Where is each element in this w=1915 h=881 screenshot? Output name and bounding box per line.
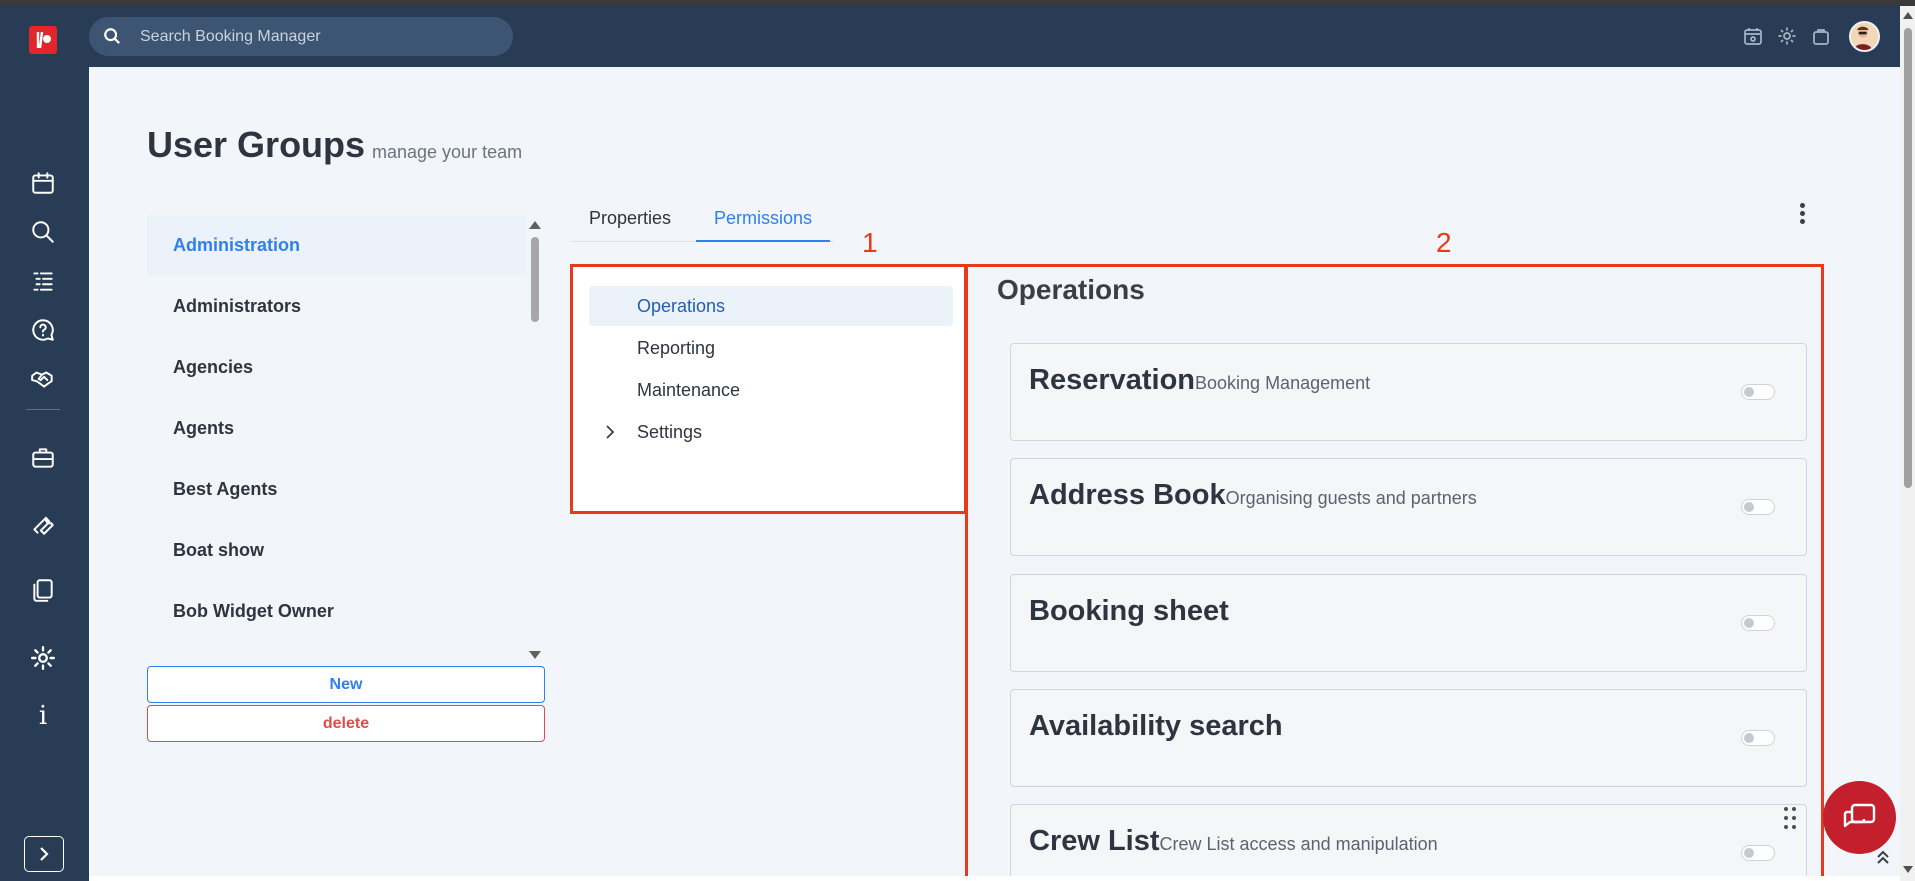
sidebar-divider (26, 409, 60, 410)
user-group-list: Administration Administrators Agencies A… (147, 215, 527, 653)
group-item-administrators[interactable]: Administrators (147, 276, 527, 337)
group-item-administration[interactable]: Administration (147, 215, 527, 276)
bag-icon[interactable] (1809, 24, 1833, 48)
chat-button[interactable] (1823, 781, 1896, 854)
sidebar-expand-button[interactable] (24, 836, 64, 872)
annotation-label-1: 1 (862, 227, 878, 258)
scroll-up-arrow-icon[interactable] (529, 221, 541, 229)
calendar-settings-icon[interactable] (1741, 24, 1765, 48)
annotation-box-2 (965, 264, 1824, 881)
chat-icon (1843, 803, 1875, 827)
scroll-down-arrow-icon[interactable] (529, 651, 541, 659)
list-icon[interactable] (27, 265, 59, 297)
delete-group-button[interactable]: delete (147, 705, 545, 742)
handshake-icon[interactable] (27, 363, 59, 395)
calendar-icon[interactable] (27, 167, 59, 199)
avatar[interactable] (1849, 21, 1880, 52)
bottom-strip (89, 876, 1900, 881)
group-item-agents[interactable]: Agents (147, 398, 527, 459)
more-options-icon[interactable] (1796, 201, 1808, 227)
detail-tabs: Properties Permissions (571, 200, 834, 242)
group-item-bob-widget-owner[interactable]: Bob Widget Owner (147, 581, 527, 642)
group-item-agencies[interactable]: Agencies (147, 337, 527, 398)
briefcase-icon[interactable] (27, 442, 59, 474)
sidebar: i (0, 6, 89, 881)
group-item-boat-show[interactable]: Boat show (147, 520, 527, 581)
app-logo[interactable] (29, 26, 57, 54)
window-scroll-thumb[interactable] (1904, 28, 1912, 488)
chevron-right-icon (40, 847, 49, 861)
search-icon[interactable] (27, 216, 59, 248)
group-list-scrollbar[interactable] (527, 215, 543, 663)
tab-permissions[interactable]: Permissions (696, 200, 831, 242)
page-title: User Groups (147, 124, 366, 165)
window-scrollbar[interactable] (1900, 6, 1915, 881)
group-list-scroll-thumb[interactable] (531, 237, 539, 322)
search-icon (103, 27, 123, 47)
help-chat-icon[interactable] (27, 314, 59, 346)
annotation-label-2: 2 (1436, 227, 1452, 258)
gear-icon[interactable] (27, 642, 59, 674)
search-input[interactable] (140, 25, 500, 49)
new-group-button[interactable]: New (147, 666, 545, 703)
tab-properties[interactable]: Properties (571, 200, 689, 242)
page-subtitle: manage your team (372, 142, 523, 162)
group-item-best-agents[interactable]: Best Agents (147, 459, 527, 520)
documents-icon[interactable] (27, 574, 59, 606)
scroll-to-top-icon[interactable] (1876, 849, 1892, 867)
scroll-up-arrow-icon[interactable] (1903, 12, 1913, 19)
drag-handle-icon[interactable] (1783, 806, 1797, 830)
gear-icon[interactable] (1775, 24, 1799, 48)
annotation-box-1 (570, 264, 967, 514)
search-bar[interactable] (89, 17, 513, 56)
top-header (89, 6, 1915, 67)
wrench-icon[interactable] (27, 508, 59, 540)
scroll-down-arrow-icon[interactable] (1903, 866, 1913, 873)
info-icon[interactable]: i (27, 700, 59, 732)
